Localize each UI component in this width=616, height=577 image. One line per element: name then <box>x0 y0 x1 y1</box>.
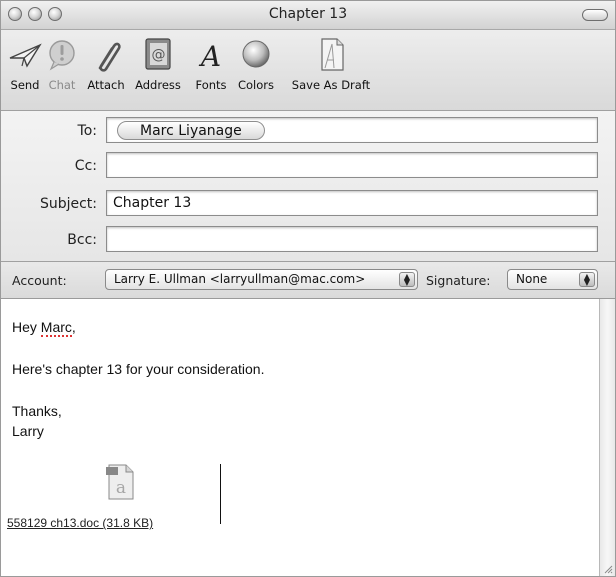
address-label: Address <box>135 78 181 92</box>
send-label: Send <box>10 78 40 92</box>
attachment-link[interactable]: 558129 ch13.doc (31.8 KB) <box>7 516 153 530</box>
fonts-button[interactable]: A Fonts <box>189 36 233 92</box>
send-button[interactable]: Send <box>5 36 45 92</box>
account-bar: Account: Larry E. Ullman <larryullman@ma… <box>1 262 615 299</box>
svg-text:@: @ <box>152 47 166 63</box>
cc-label: Cc: <box>74 158 97 174</box>
cc-field[interactable] <box>106 152 598 178</box>
address-button[interactable]: @ Address <box>129 36 187 92</box>
colors-icon <box>242 40 270 68</box>
signature-value: None <box>516 272 548 286</box>
popup-arrows-icon: ▲ ▼ <box>399 272 415 287</box>
paperclip-icon <box>98 42 121 72</box>
message-body[interactable]: Hey Marc, Here's chapter 13 for your con… <box>1 299 599 576</box>
recipient-token[interactable]: Marc Liyanage <box>117 121 265 140</box>
message-headers: To: Marc Liyanage Cc: Subject: Chapter 1… <box>1 111 615 262</box>
closing-line: Thanks, <box>12 403 62 419</box>
toolbar: Send Chat Attach @ Address A Fonts Color… <box>1 30 615 111</box>
to-field[interactable]: Marc Liyanage <box>106 117 598 143</box>
title-bar[interactable]: Chapter 13 <box>1 1 615 30</box>
subject-row: Subject: Chapter 13 <box>1 190 615 218</box>
resize-grip-icon[interactable] <box>603 564 613 574</box>
to-row: To: Marc Liyanage <box>1 117 615 145</box>
signature-popup[interactable]: None ▲ ▼ <box>507 269 598 290</box>
signature-label: Signature: <box>426 273 491 288</box>
bcc-label: Bcc: <box>67 232 97 248</box>
text-cursor <box>220 464 221 524</box>
chat-label: Chat <box>48 78 76 92</box>
send-icon <box>9 43 42 68</box>
save-as-draft-button[interactable]: Save As Draft <box>285 36 377 92</box>
account-popup[interactable]: Larry E. Ullman <larryullman@mac.com> ▲ ▼ <box>105 269 418 290</box>
greeting-prefix: Hey <box>12 319 41 335</box>
account-value: Larry E. Ullman <larryullman@mac.com> <box>114 272 366 286</box>
cc-row: Cc: <box>1 152 615 180</box>
colors-button[interactable]: Colors <box>231 36 281 92</box>
address-book-icon: @ <box>145 38 171 70</box>
signoff-line: Larry <box>12 423 44 439</box>
subject-value: Chapter 13 <box>113 195 192 211</box>
subject-label: Subject: <box>39 196 97 212</box>
greeting-suffix: , <box>71 319 76 335</box>
body-line: Here's chapter 13 for your consideration… <box>12 361 265 377</box>
save-as-draft-label: Save As Draft <box>291 78 371 92</box>
bcc-row: Bcc: <box>1 226 615 254</box>
svg-text:A: A <box>198 40 221 73</box>
to-label: To: <box>77 123 97 139</box>
mail-compose-window: Chapter 13 Send Chat Attach @ Address A … <box>0 0 616 577</box>
vertical-scrollbar[interactable] <box>599 299 615 576</box>
greeting-line: Hey Marc, <box>12 319 76 337</box>
chat-icon <box>49 40 75 71</box>
popup-arrows-icon: ▲ ▼ <box>579 272 595 287</box>
fonts-label: Fonts <box>195 78 227 92</box>
attach-button[interactable]: Attach <box>83 36 129 92</box>
account-label: Account: <box>12 273 67 288</box>
draft-icon <box>321 38 344 71</box>
chat-button[interactable]: Chat <box>42 36 82 92</box>
attach-label: Attach <box>87 78 125 92</box>
svg-text:a: a <box>116 478 126 498</box>
window-title: Chapter 13 <box>268 6 348 22</box>
subject-field[interactable]: Chapter 13 <box>106 190 598 216</box>
greeting-name: Marc <box>40 319 72 337</box>
fonts-icon: A <box>198 40 221 73</box>
bcc-field[interactable] <box>106 226 598 252</box>
document-icon[interactable]: a <box>105 464 137 500</box>
toolbar-toggle-button[interactable] <box>582 9 608 21</box>
colors-label: Colors <box>237 78 275 92</box>
